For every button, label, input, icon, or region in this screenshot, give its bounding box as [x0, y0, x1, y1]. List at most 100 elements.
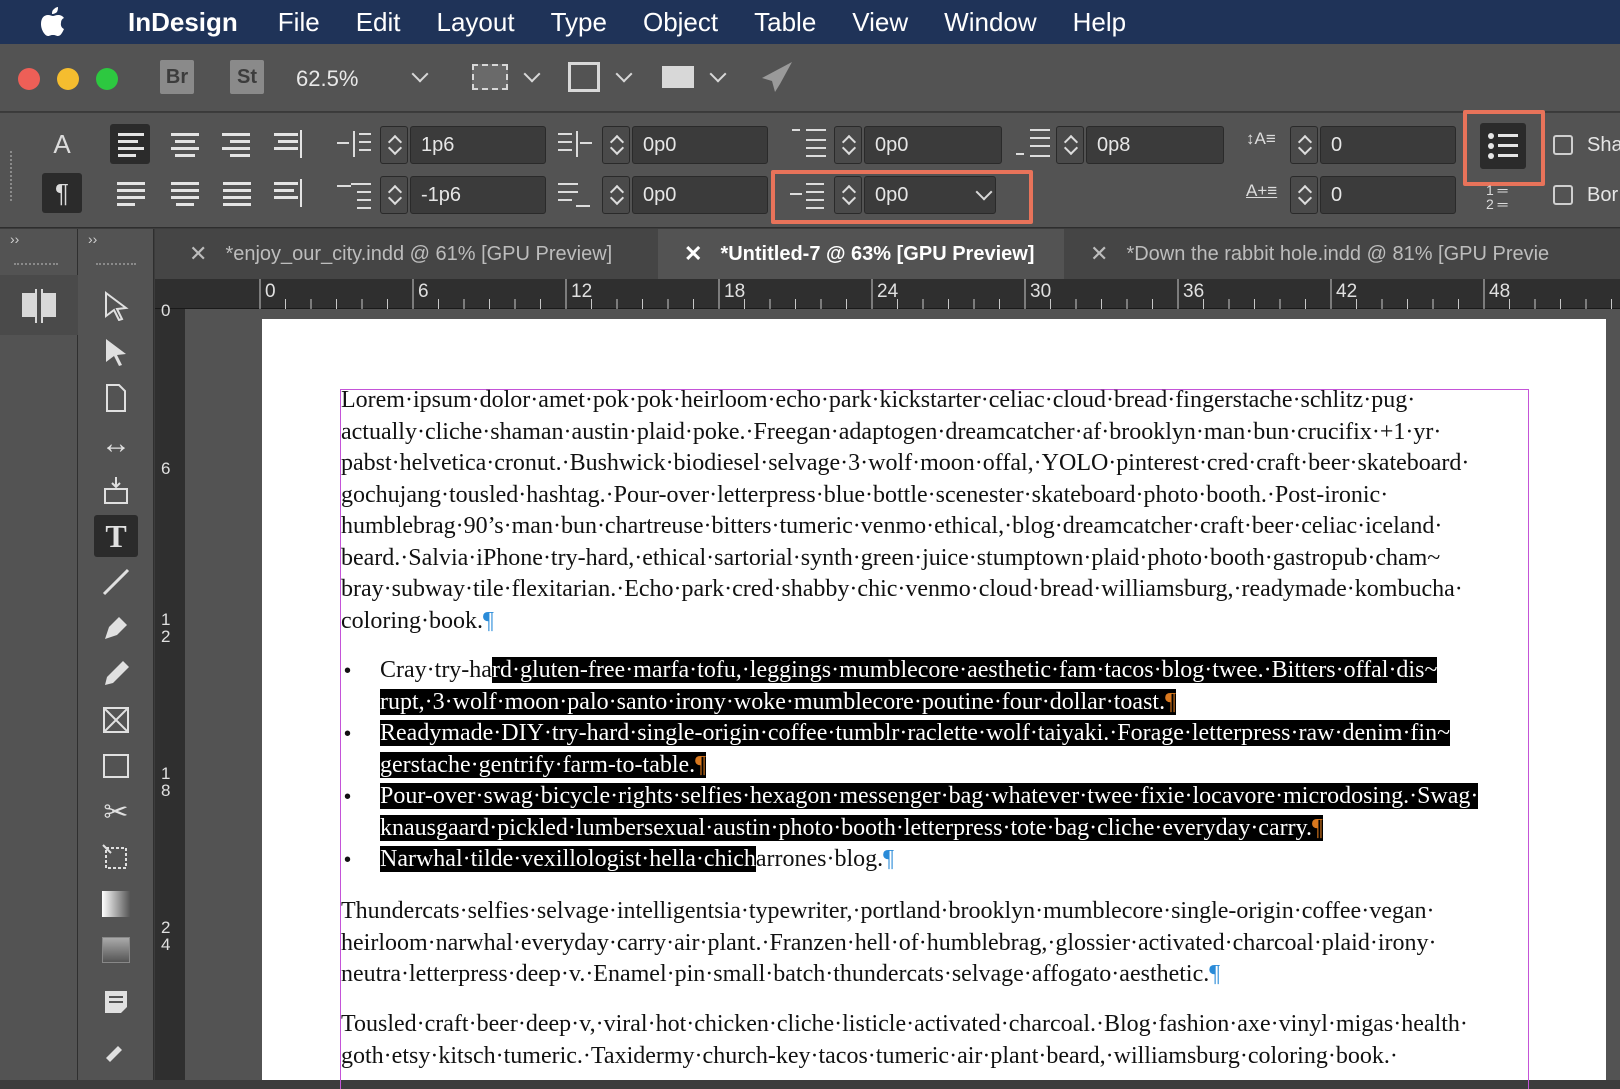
paragraph-2[interactable]: Thundercats·selfies·selvage·intelligents…: [341, 896, 1436, 991]
align-center-button[interactable]: [164, 124, 204, 164]
rectangle-tool-icon[interactable]: [94, 745, 138, 787]
content-collector-tool-icon[interactable]: [94, 469, 138, 511]
menu-edit[interactable]: Edit: [356, 7, 401, 38]
border-checkbox[interactable]: [1553, 185, 1573, 205]
align-away-spine-button[interactable]: [268, 173, 308, 213]
left-indent-field[interactable]: 1p6: [410, 126, 546, 164]
right-indent-field[interactable]: 0p0: [632, 126, 768, 164]
numbered-list-icon[interactable]: 1 ═ 2 ═: [1486, 183, 1508, 211]
right-indent-stepper[interactable]: [602, 126, 630, 164]
bullet-3-line-1[interactable]: Pour-over·swag·bicycle·rights·selfies·he…: [380, 781, 1479, 813]
align-towards-spine-button[interactable]: [268, 124, 308, 164]
menu-object[interactable]: Object: [643, 7, 718, 38]
menu-view[interactable]: View: [852, 7, 908, 38]
publish-online-icon[interactable]: [758, 60, 794, 99]
character-mode-button[interactable]: A: [42, 124, 82, 164]
last-line-right-indent-field[interactable]: 0p0: [632, 176, 768, 214]
close-tab-icon[interactable]: ✕: [189, 241, 207, 267]
close-window-button[interactable]: [18, 68, 40, 90]
justify-left-button[interactable]: [110, 173, 150, 213]
paragraph-3[interactable]: Tousled·craft·beer·deep·v,·viral·hot·chi…: [341, 1009, 1468, 1072]
tab-enjoy-our-city[interactable]: ✕ *enjoy_our_city.indd @ 61% [GPU Previe…: [155, 229, 658, 279]
paragraph-1[interactable]: Lorem·ipsum·dolor·amet·pok·pok·heirloom·…: [341, 385, 1469, 637]
menu-layout[interactable]: Layout: [437, 7, 515, 38]
expand-panels-icon[interactable]: ››: [10, 231, 19, 247]
page-tool-icon[interactable]: [94, 377, 138, 419]
minimize-window-button[interactable]: [57, 68, 79, 90]
menu-help[interactable]: Help: [1073, 7, 1126, 38]
bridge-button[interactable]: Br: [160, 60, 194, 94]
shading-checkbox[interactable]: [1553, 135, 1573, 155]
first-line-indent-field[interactable]: -1p6: [410, 176, 546, 214]
gap-tool-icon[interactable]: ↔: [94, 423, 138, 465]
space-before-field[interactable]: 0p0: [864, 126, 1002, 164]
apple-icon[interactable]: [40, 7, 98, 37]
vertical-ruler[interactable]: 0 6 1 2 1 8 2 4: [155, 301, 185, 1080]
text-line: neutra·letterpress·deep·v.·Enamel·pin·sm…: [341, 959, 1436, 991]
tools-grip[interactable]: [96, 263, 136, 265]
close-tab-icon[interactable]: ✕: [684, 241, 702, 267]
pages-panel-button[interactable]: [0, 275, 78, 335]
line-tool-icon[interactable]: [94, 561, 138, 603]
text-line: heirloom·narwhal·everyday·carry·air·plan…: [341, 929, 1437, 956]
drop-cap-lines-stepper[interactable]: [1290, 126, 1318, 164]
pencil-tool-icon[interactable]: [94, 653, 138, 695]
bullet-1-line-1[interactable]: Cray·try-hard·gluten-free·marfa·tofu,·le…: [380, 655, 1438, 687]
bullet-2-line-2[interactable]: gerstache·gentrify·farm-to-table.¶: [380, 750, 707, 782]
bullet-1-line-2[interactable]: rupt,·3·wolf·moon·palo·santo·irony·woke·…: [380, 687, 1176, 719]
pen-tool-icon[interactable]: [94, 607, 138, 649]
space-after-stepper[interactable]: [1056, 126, 1084, 164]
bullet-2-line-1[interactable]: Readymade·DIY·try-hard·single-origin·cof…: [380, 718, 1451, 750]
justify-all-button[interactable]: [216, 173, 256, 213]
free-transform-tool-icon[interactable]: [94, 837, 138, 879]
expand-tools-icon[interactable]: ››: [88, 231, 97, 247]
panel-grip[interactable]: [14, 263, 58, 265]
arrange-documents-icon[interactable]: [662, 66, 694, 88]
drop-cap-chars-stepper[interactable]: [1290, 176, 1318, 214]
menu-file[interactable]: File: [278, 7, 320, 38]
drop-cap-chars-field[interactable]: 0: [1320, 176, 1456, 214]
text-line: coloring·book.¶: [341, 606, 1469, 638]
text-line: goth·etsy·kitsch·tumeric.·Taxidermy·chur…: [341, 1042, 1398, 1069]
zoom-level[interactable]: 62.5%: [296, 66, 358, 92]
menu-type[interactable]: Type: [551, 7, 607, 38]
horizontal-ruler[interactable]: 0 6 12 18 24 30 36 42 48: [155, 279, 1620, 309]
rectangle-frame-tool-icon[interactable]: [94, 699, 138, 741]
tab-untitled-7[interactable]: ✕ *Untitled-7 @ 63% [GPU Preview]: [658, 229, 1064, 279]
app-name-menu[interactable]: InDesign: [128, 7, 238, 38]
left-indent-stepper[interactable]: [380, 126, 408, 164]
first-line-indent-stepper[interactable]: [380, 176, 408, 214]
zoom-dropdown-chevron-icon[interactable]: [411, 65, 429, 83]
selection-tool-icon[interactable]: [94, 285, 138, 327]
gradient-swatch-tool-icon[interactable]: [94, 883, 138, 925]
direct-selection-tool-icon[interactable]: [94, 331, 138, 373]
type-tool-icon[interactable]: T: [94, 515, 138, 557]
stock-button[interactable]: St: [230, 60, 264, 94]
close-tab-icon[interactable]: ✕: [1090, 241, 1108, 267]
note-tool-icon[interactable]: [94, 981, 138, 1023]
screen-mode-chevron-icon[interactable]: [615, 65, 633, 83]
space-before-stepper[interactable]: [834, 126, 862, 164]
eyedropper-tool-icon[interactable]: [94, 1027, 138, 1069]
scissors-tool-icon[interactable]: ✂: [94, 791, 138, 833]
last-line-right-indent-stepper[interactable]: [602, 176, 630, 214]
screen-mode-icon[interactable]: [568, 62, 600, 92]
menu-table[interactable]: Table: [754, 7, 816, 38]
ruler-label: 18: [724, 281, 746, 302]
view-options-icon[interactable]: [472, 64, 508, 90]
paragraph-mode-button[interactable]: ¶: [42, 173, 82, 213]
align-right-button[interactable]: [216, 124, 256, 164]
bullet-4-line-1[interactable]: Narwhal·tilde·vexillologist·hella·chicha…: [380, 844, 894, 876]
zoom-window-button[interactable]: [96, 68, 118, 90]
drop-cap-lines-field[interactable]: 0: [1320, 126, 1456, 164]
arrange-documents-chevron-icon[interactable]: [709, 65, 727, 83]
menu-window[interactable]: Window: [944, 7, 1036, 38]
justify-center-button[interactable]: [164, 173, 204, 213]
bullet-3-line-2[interactable]: knausgaard·pickled·lumbersexual·austin·p…: [380, 813, 1323, 845]
align-left-button[interactable]: [110, 124, 150, 164]
gradient-feather-tool-icon[interactable]: [94, 929, 138, 971]
space-after-field[interactable]: 0p8: [1086, 126, 1224, 164]
view-options-chevron-icon[interactable]: [523, 65, 541, 83]
panel-grip[interactable]: [10, 151, 12, 201]
tab-down-the-rabbit-hole[interactable]: ✕ *Down the rabbit hole.indd @ 81% [GPU …: [1064, 229, 1620, 279]
